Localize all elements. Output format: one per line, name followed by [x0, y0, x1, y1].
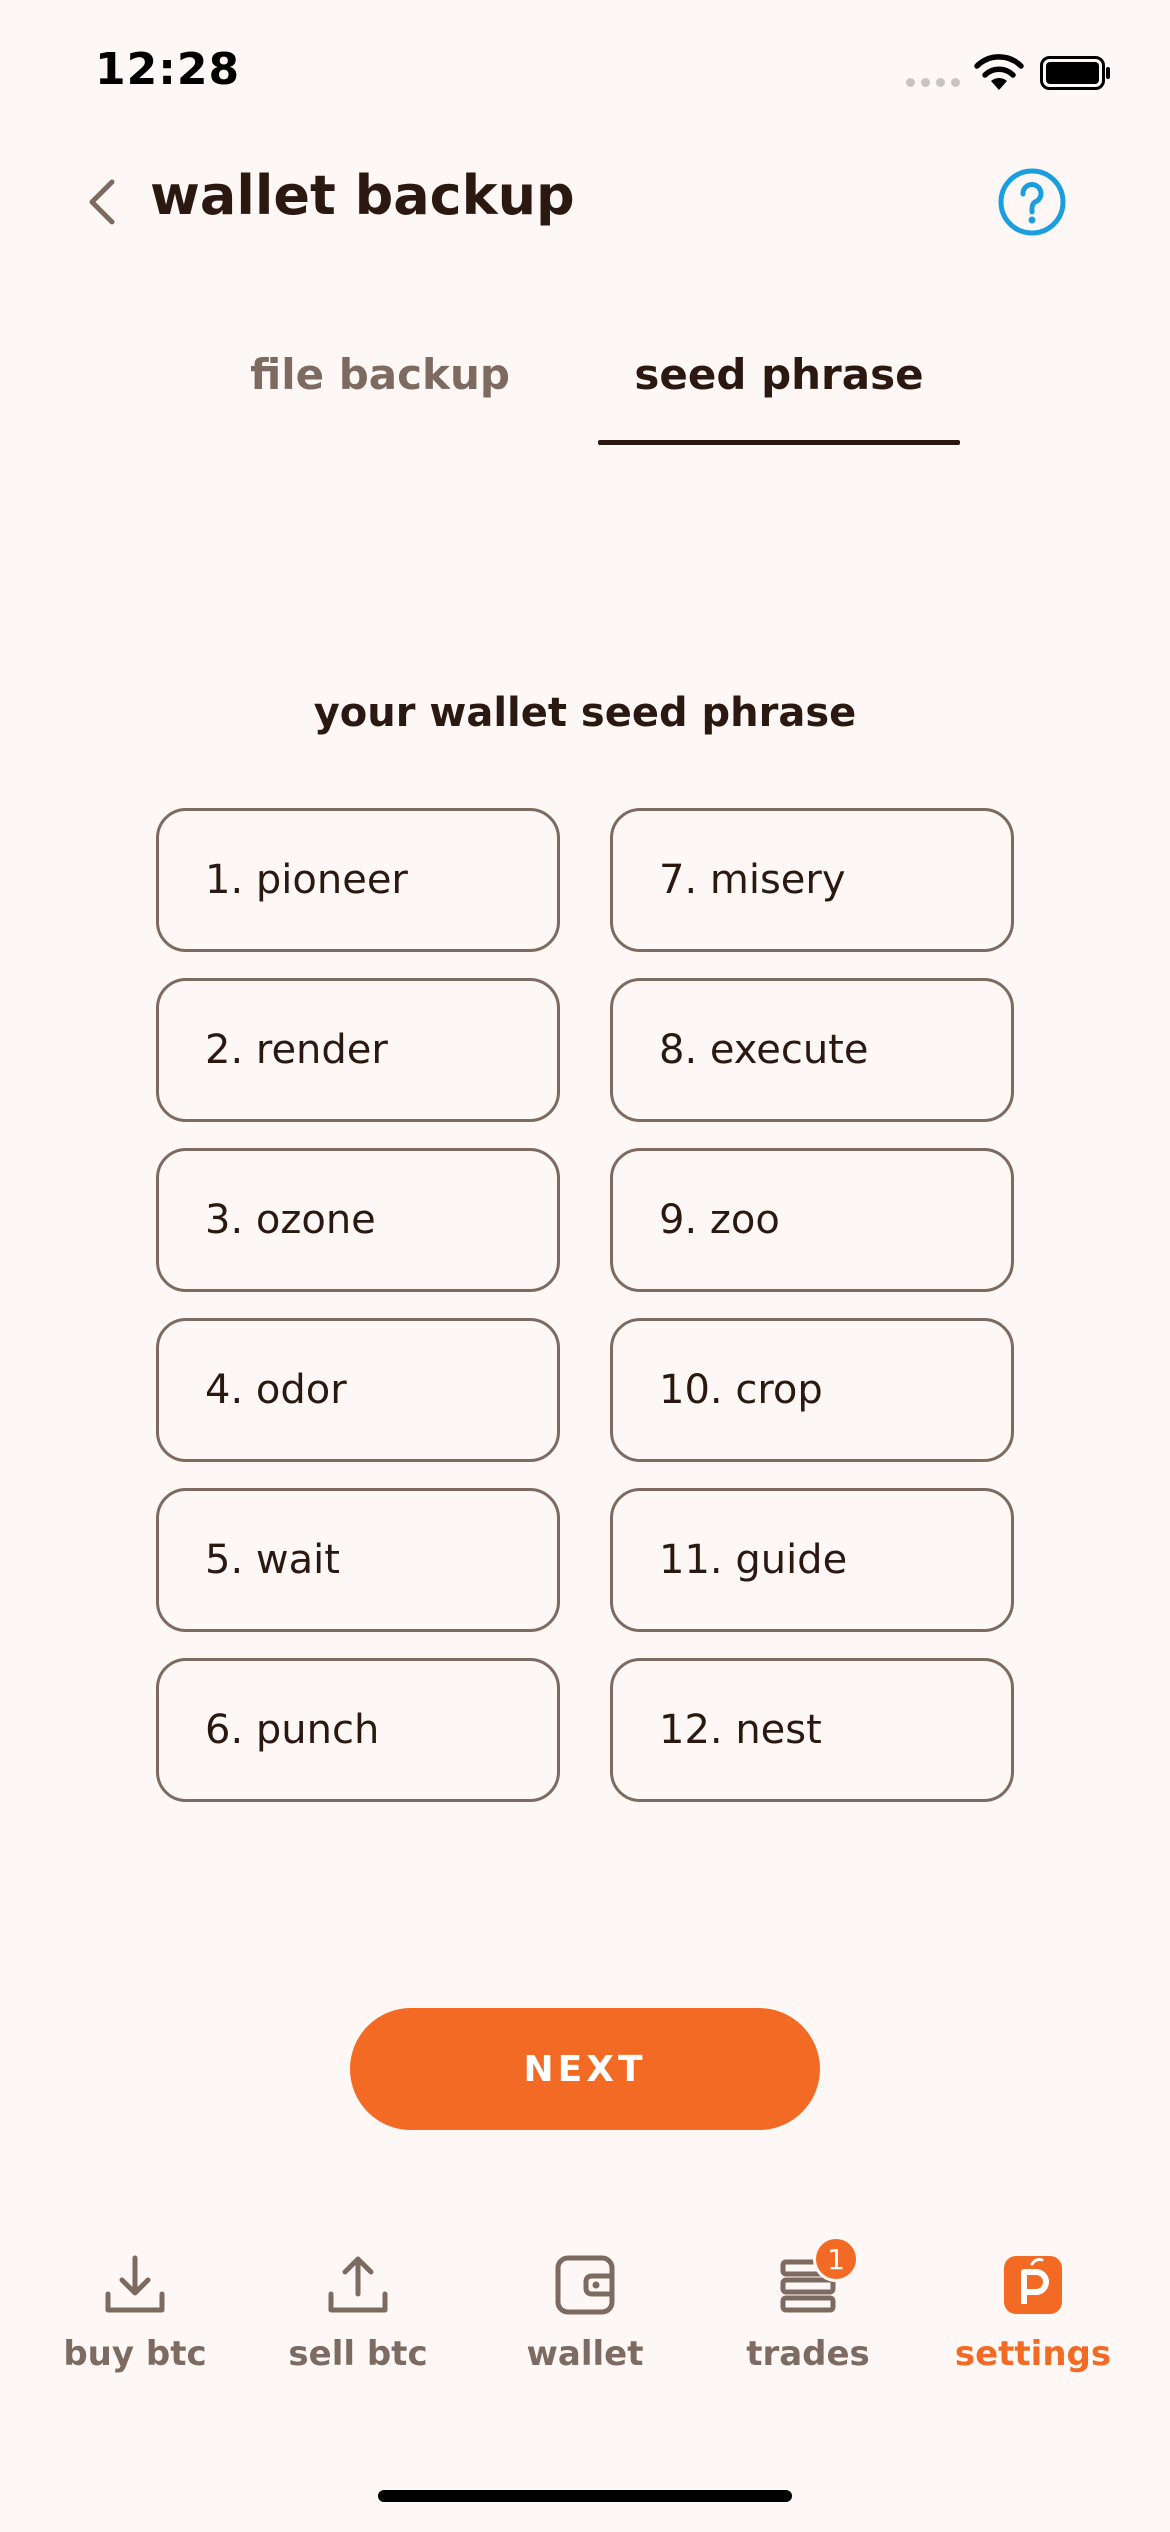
- chevron-left-icon[interactable]: [82, 176, 122, 228]
- seed-word-8: 8. execute: [610, 978, 1014, 1122]
- page-title: wallet backup: [150, 164, 575, 227]
- seed-word-9: 9. zoo: [610, 1148, 1014, 1292]
- seed-word-1: 1. pioneer: [156, 808, 560, 952]
- nav-buy-btc[interactable]: buy btc: [45, 2250, 225, 2374]
- seed-word-3: 3. ozone: [156, 1148, 560, 1292]
- seed-phrase-heading: your wallet seed phrase: [313, 690, 857, 736]
- wallet-icon: [555, 2255, 615, 2315]
- nav-label-settings: settings: [954, 2334, 1112, 2374]
- home-indicator: [378, 2490, 792, 2502]
- trades-icon-wrapper: 1: [773, 2236, 859, 2320]
- seed-word-2: 2. render: [156, 978, 560, 1122]
- status-time: 12:28: [95, 44, 241, 95]
- seed-word-11: 11. guide: [610, 1488, 1014, 1632]
- nav-label-trades: trades: [746, 2334, 870, 2374]
- battery-icon: [1040, 56, 1110, 90]
- seed-word-6: 6. punch: [156, 1658, 560, 1802]
- tab-file-backup[interactable]: file backup: [200, 350, 560, 399]
- seed-word-grid: 1. pioneer 7. misery 2. render 8. execut…: [156, 808, 1014, 1802]
- download-icon: [105, 2255, 165, 2313]
- nav-settings[interactable]: settings: [943, 2250, 1123, 2374]
- wifi-icon: [974, 54, 1024, 90]
- nav-wallet[interactable]: wallet: [495, 2250, 675, 2374]
- seed-word-12: 12. nest: [610, 1658, 1014, 1802]
- peach-logo-icon: [1004, 2256, 1062, 2314]
- tab-seed-phrase[interactable]: seed phrase: [598, 350, 960, 399]
- trades-badge: 1: [813, 2236, 859, 2282]
- active-tab-underline: [598, 440, 960, 445]
- next-button[interactable]: NEXT: [350, 2008, 820, 2130]
- upload-icon: [328, 2256, 388, 2313]
- seed-word-10: 10. crop: [610, 1318, 1014, 1462]
- seed-word-7: 7. misery: [610, 808, 1014, 952]
- cellular-signal-icon: [906, 78, 960, 90]
- nav-label-buy-btc: buy btc: [63, 2334, 207, 2374]
- seed-word-5: 5. wait: [156, 1488, 560, 1632]
- seed-word-4: 4. odor: [156, 1318, 560, 1462]
- nav-sell-btc[interactable]: sell btc: [268, 2250, 448, 2374]
- nav-trades[interactable]: 1 trades: [718, 2236, 898, 2374]
- question-circle-icon[interactable]: [996, 166, 1068, 238]
- nav-label-wallet: wallet: [526, 2334, 644, 2374]
- nav-label-sell-btc: sell btc: [288, 2334, 428, 2374]
